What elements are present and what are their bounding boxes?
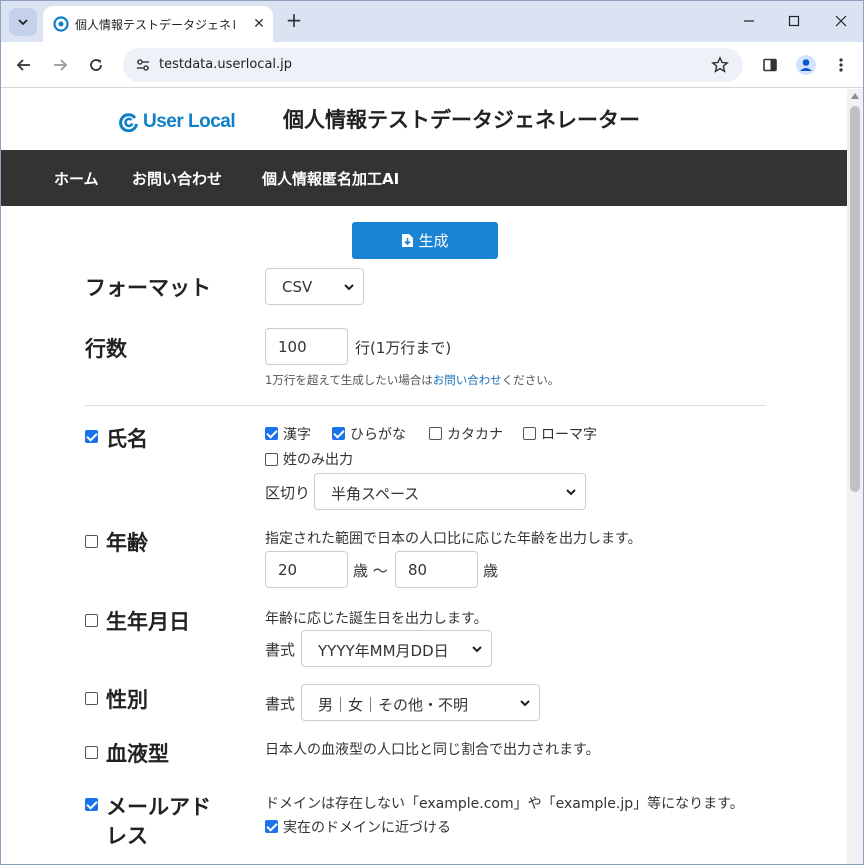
kanji-label: 漢字 <box>283 427 311 443</box>
chevron-down-icon <box>520 700 530 707</box>
email-label-line2: レス <box>106 824 148 848</box>
rows-input[interactable]: 100 <box>265 328 348 365</box>
gender-checkbox[interactable] <box>85 692 98 705</box>
rows-note: 1万行を超えて生成したい場合はお問い合わせください。 <box>265 372 559 388</box>
surname-only-label: 姓のみ出力 <box>283 452 353 468</box>
realistic-domain-checkbox[interactable] <box>265 820 278 833</box>
age-checkbox[interactable] <box>85 535 98 548</box>
menu-icon[interactable] <box>829 53 853 77</box>
chevron-down-icon <box>472 646 482 653</box>
nav-contact[interactable]: お問い合わせ <box>132 168 222 189</box>
active-tab[interactable]: 個人情報テストデータジェネレーター ✕ <box>43 6 273 42</box>
romaji-checkbox[interactable] <box>523 427 536 440</box>
email-label-line1: メールアド <box>106 795 211 819</box>
age-max-unit: 歳 <box>483 562 499 580</box>
surname-only-checkbox[interactable] <box>265 453 278 466</box>
hiragana-label: ひらがな <box>350 427 406 443</box>
close-window-icon[interactable] <box>830 10 852 32</box>
katakana-label: カタカナ <box>447 427 503 443</box>
rows-suffix: 行(1万行まで) <box>355 339 452 357</box>
birthday-label: 生年月日 <box>106 610 190 634</box>
forward-icon[interactable] <box>48 53 72 77</box>
birthday-checkbox[interactable] <box>85 614 98 627</box>
page-scrollbar[interactable] <box>847 89 863 864</box>
scroll-up-icon[interactable] <box>851 93 859 99</box>
format-label: フォーマット <box>85 276 211 300</box>
email-checkbox[interactable] <box>85 798 98 811</box>
age-max-input[interactable]: 80 <box>395 551 478 588</box>
scroll-thumb[interactable] <box>850 106 860 492</box>
blood-desc: 日本人の血液型の人口比と同じ割合で出力されます。 <box>265 742 600 758</box>
katakana-checkbox[interactable] <box>429 427 442 440</box>
hiragana-checkbox[interactable] <box>332 427 345 440</box>
url-text: testdata.userlocal.jp <box>159 57 293 72</box>
star-icon[interactable] <box>711 56 729 74</box>
browser-toolbar: testdata.userlocal.jp <box>1 42 863 88</box>
blood-label: 血液型 <box>106 742 169 766</box>
back-icon[interactable] <box>12 53 36 77</box>
logo-icon <box>119 113 138 132</box>
tab-title: 個人情報テストデータジェネレーター <box>75 18 235 32</box>
romaji-label: ローマ字 <box>541 427 597 443</box>
generate-button-label: 生成 <box>418 232 449 250</box>
birthday-desc: 年齢に応じた誕生日を出力します。 <box>265 611 488 627</box>
site-favicon-icon <box>53 16 69 32</box>
site-info-icon[interactable] <box>135 57 151 73</box>
rows-label: 行数 <box>85 337 127 361</box>
logo-text: User Local <box>143 111 236 132</box>
new-tab-icon[interactable]: + <box>283 10 305 32</box>
reload-icon[interactable] <box>84 53 108 77</box>
nav-anonymize-ai[interactable]: 個人情報匿名加工AI <box>262 168 399 189</box>
gender-label: 性別 <box>106 688 148 712</box>
contact-link[interactable]: お問い合わせ <box>433 373 502 387</box>
gender-format-value: 男｜女｜その他・不明 <box>318 696 469 714</box>
format-select[interactable]: CSV <box>265 268 364 305</box>
chevron-down-icon <box>344 284 354 291</box>
browser-window: 個人情報テストデータジェネレーター ✕ + <box>0 0 864 865</box>
realistic-domain-label: 実在のドメインに近づける <box>283 820 451 836</box>
name-checkbox[interactable] <box>85 430 98 443</box>
age-desc: 指定された範囲で日本の人口比に応じた年齢を出力します。 <box>265 531 642 547</box>
separator-select[interactable]: 半角スペース <box>314 473 586 510</box>
blood-checkbox[interactable] <box>85 746 98 759</box>
rows-note-tail: ください。 <box>501 373 560 387</box>
separator-select-value: 半角スペース <box>331 485 420 503</box>
profile-icon[interactable] <box>794 53 818 77</box>
page-title: 個人情報テストデータジェネレーター <box>283 108 640 132</box>
age-min-unit: 歳 〜 <box>353 562 388 580</box>
kanji-checkbox[interactable] <box>265 427 278 440</box>
birthday-format-label: 書式 <box>265 641 296 659</box>
name-label: 氏名 <box>106 427 148 451</box>
age-label: 年齢 <box>106 531 148 555</box>
side-panel-icon[interactable] <box>758 53 782 77</box>
tab-search-icon[interactable] <box>9 8 37 36</box>
download-file-icon <box>402 234 414 247</box>
gender-format-label: 書式 <box>265 695 296 713</box>
birthday-format-select[interactable]: YYYY年MM月DD日 <box>301 630 492 667</box>
rows-note-text: 1万行を超えて生成したい場合は <box>265 373 433 387</box>
divider <box>85 405 766 406</box>
nav-home[interactable]: ホーム <box>54 168 99 189</box>
page-viewport: User Local 個人情報テストデータジェネレーター ホーム お問い合わせ … <box>1 89 847 864</box>
site-nav: ホーム お問い合わせ 個人情報匿名加工AI <box>1 150 847 206</box>
email-desc: ドメインは存在しない「example.com」や「example.jp」等になり… <box>265 796 744 812</box>
address-bar[interactable]: testdata.userlocal.jp <box>123 48 743 82</box>
maximize-icon[interactable] <box>783 10 805 32</box>
age-min-input[interactable]: 20 <box>265 551 348 588</box>
logo[interactable]: User Local <box>119 111 236 133</box>
chevron-down-icon <box>566 489 576 496</box>
birthday-format-value: YYYY年MM月DD日 <box>318 642 449 660</box>
generate-button[interactable]: 生成 <box>352 222 498 259</box>
tab-close-icon[interactable]: ✕ <box>250 15 268 33</box>
separator-label: 区切り <box>265 484 311 502</box>
format-select-value: CSV <box>282 278 313 296</box>
minimize-icon[interactable] <box>738 10 760 32</box>
gender-format-select[interactable]: 男｜女｜その他・不明 <box>301 684 540 721</box>
tab-strip: 個人情報テストデータジェネレーター ✕ + <box>1 1 863 42</box>
site-header: User Local 個人情報テストデータジェネレーター <box>1 89 847 150</box>
